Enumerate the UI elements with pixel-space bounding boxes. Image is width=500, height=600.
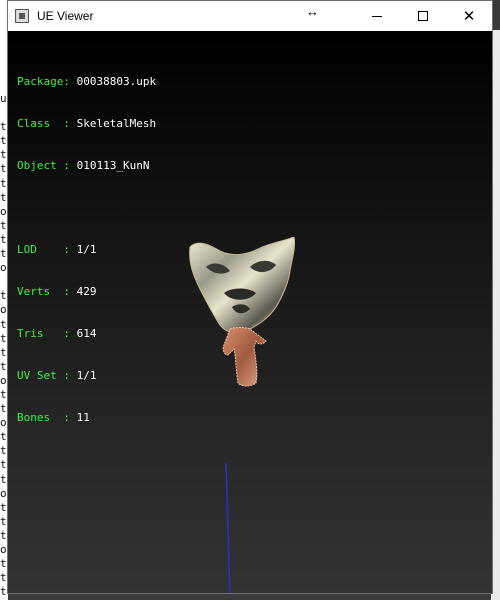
minimize-button[interactable] (354, 1, 400, 31)
object-value: 010113_KunN (76, 159, 150, 172)
class-value: SkeletalMesh (76, 117, 157, 130)
package-label: Package (17, 75, 64, 88)
verts-label: Verts (17, 285, 51, 298)
close-button[interactable]: ✕ (446, 1, 492, 31)
maximize-icon (418, 11, 428, 21)
lod-value: 1/1 (76, 243, 97, 256)
app-icon[interactable] (15, 9, 29, 23)
maximize-button[interactable] (400, 1, 446, 31)
bones-label: Bones (17, 411, 51, 424)
info-row-verts: Verts : 429 (17, 285, 97, 298)
verts-value: 429 (76, 285, 97, 298)
package-value: 00038803.upk (76, 75, 157, 88)
info-row-package: Package: 00038803.upk (17, 75, 157, 88)
minimize-icon (372, 15, 382, 17)
object-label: Object (17, 159, 57, 172)
mesh-info-panel: Package: 00038803.upk Class : SkeletalMe… (17, 47, 156, 453)
ue-viewer-window: UE Viewer ↔ ✕ Package: 00038803.upk Clas… (7, 0, 493, 594)
resize-cursor-icon: ↔ (306, 4, 319, 19)
title-bar[interactable]: UE Viewer ↔ ✕ (8, 1, 492, 31)
bones-value: 11 (76, 411, 90, 424)
tris-value: 614 (76, 327, 97, 340)
tris-label: Tris (17, 327, 44, 340)
skeletal-mesh-model[interactable] (184, 237, 300, 387)
info-row-bones: Bones : 11 (17, 411, 90, 424)
info-row-class: Class : SkeletalMesh (17, 117, 157, 130)
uvset-label: UV Set (17, 369, 57, 382)
info-row-tris: Tris : 614 (17, 327, 97, 340)
info-row-uvset: UV Set : 1/1 (17, 369, 97, 382)
close-icon: ✕ (462, 8, 476, 25)
lod-label: LOD (17, 243, 37, 256)
info-row-lod: LOD : 1/1 (17, 243, 97, 256)
info-row-object: Object : 010113_KunN (17, 159, 150, 172)
3d-viewport[interactable]: Package: 00038803.upk Class : SkeletalMe… (8, 31, 492, 593)
axis-gizmo-line (225, 463, 231, 593)
uvset-value: 1/1 (76, 369, 97, 382)
class-label: Class (17, 117, 51, 130)
window-title: UE Viewer (37, 9, 94, 23)
